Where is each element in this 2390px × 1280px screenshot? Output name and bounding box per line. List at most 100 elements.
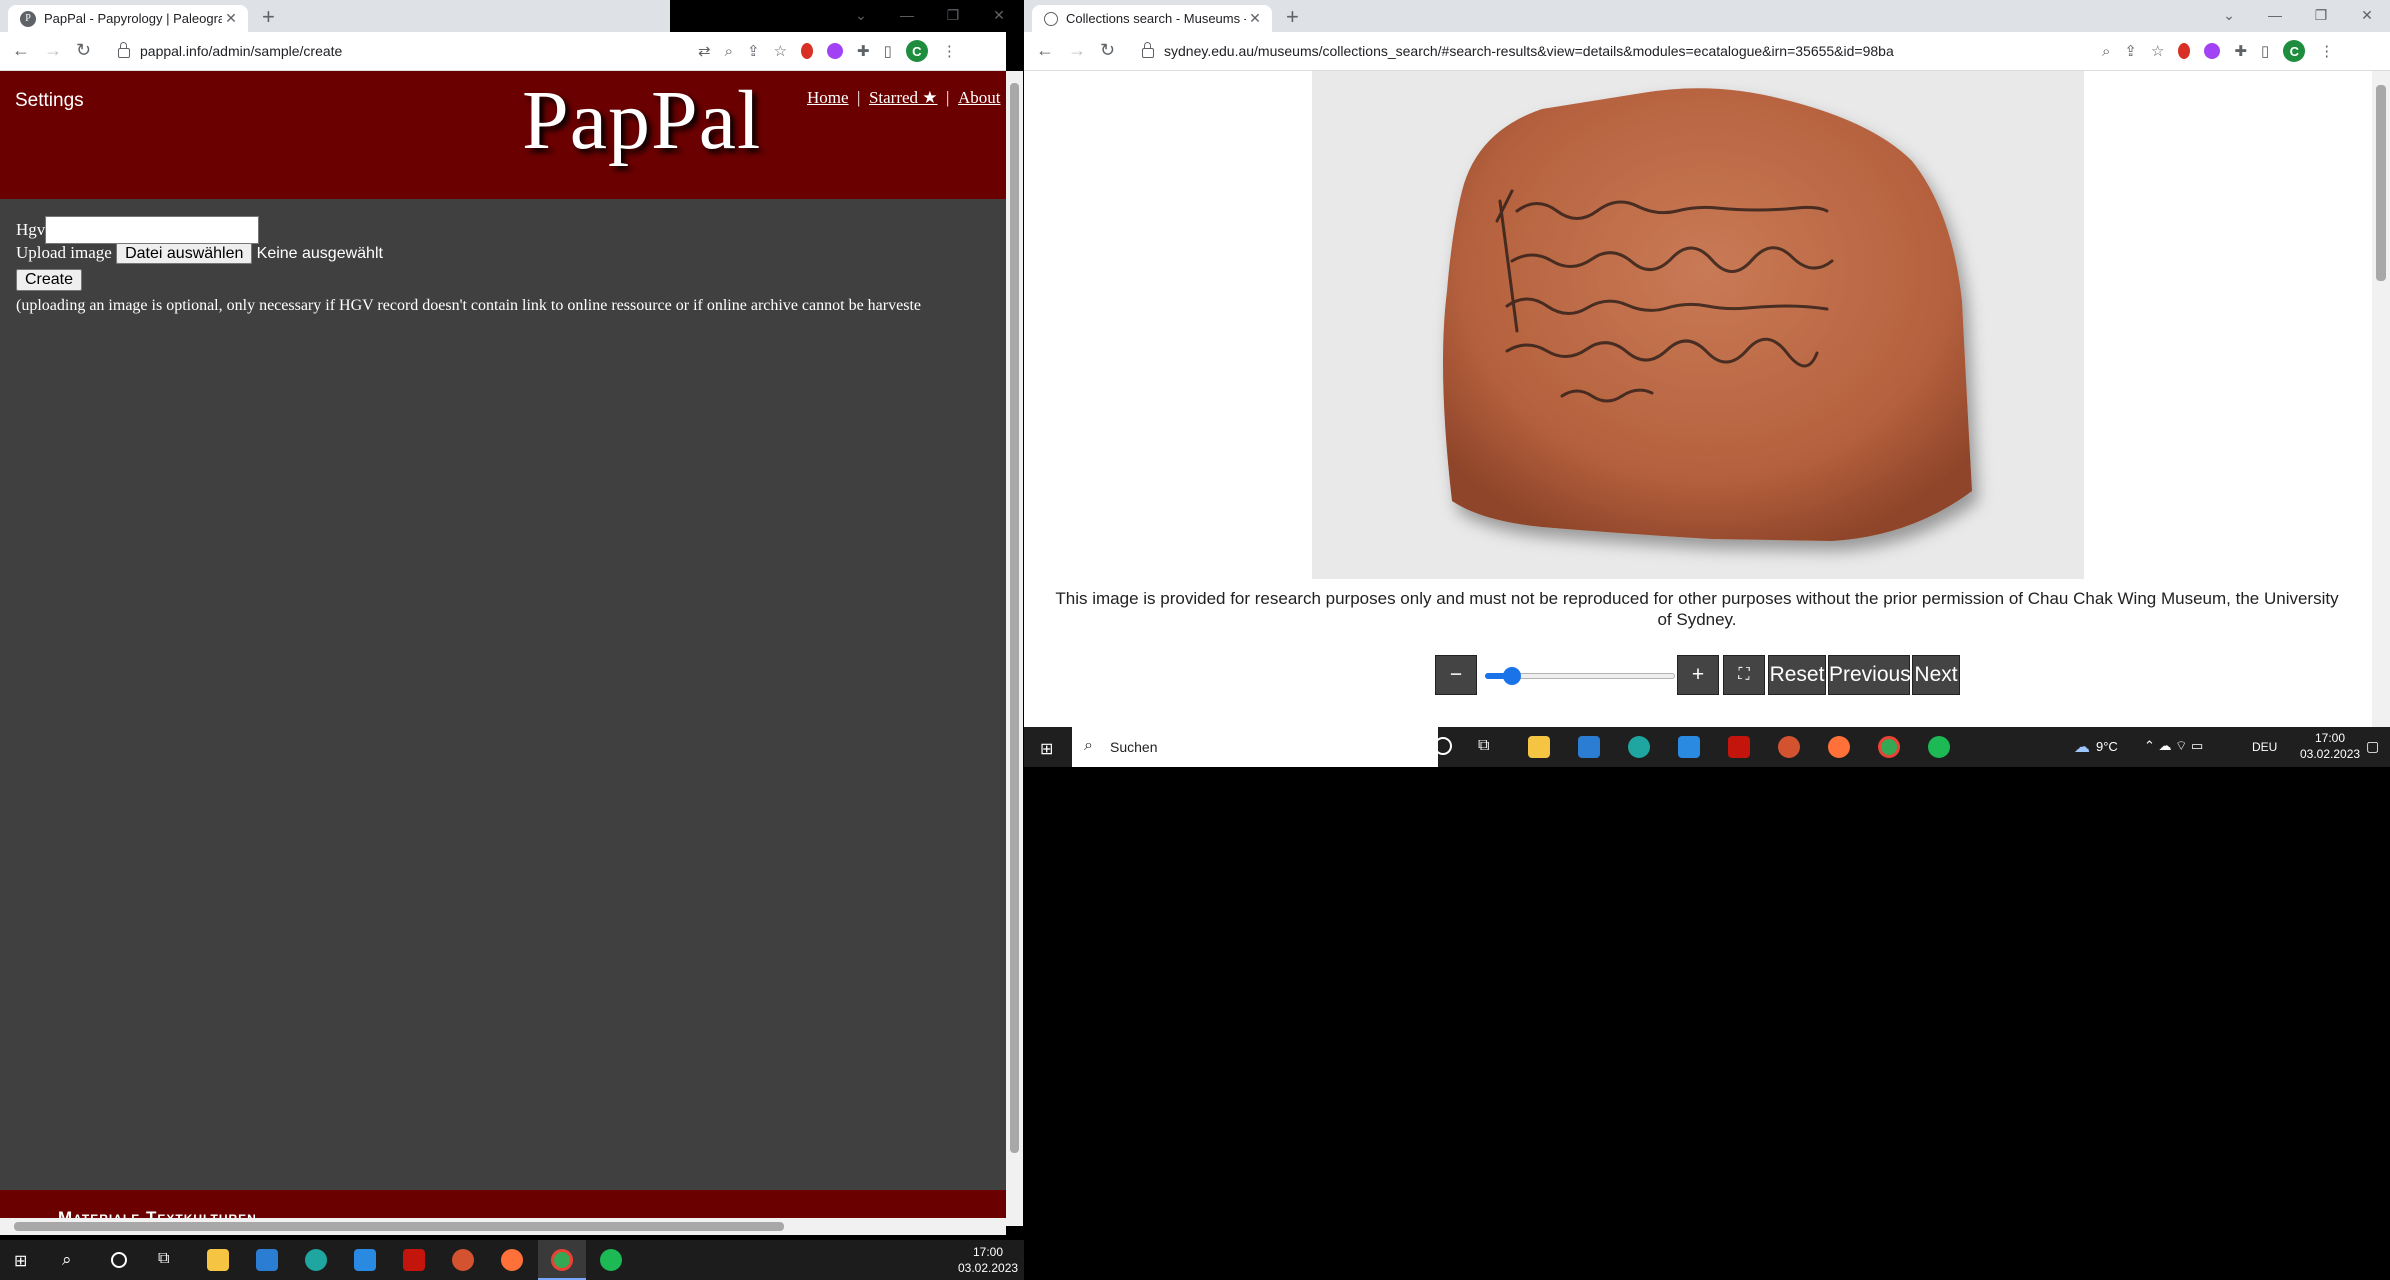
- right-vscroll-thumb[interactable]: [2376, 85, 2386, 281]
- reload-icon[interactable]: ↻: [1100, 40, 1115, 60]
- profile-avatar[interactable]: C: [2283, 40, 2306, 62]
- bookmark-star-icon[interactable]: ☆: [2151, 42, 2164, 60]
- powerpoint-icon[interactable]: [452, 1249, 474, 1271]
- share-icon[interactable]: ⇪: [2124, 42, 2137, 60]
- back-icon[interactable]: ←: [12, 40, 30, 60]
- tab-search-icon[interactable]: ⌄: [838, 0, 884, 32]
- mail-icon[interactable]: [1678, 736, 1700, 758]
- zoom-slider-thumb[interactable]: [1503, 667, 1521, 685]
- zoom-icon[interactable]: ⌕: [725, 43, 733, 60]
- firefox-icon[interactable]: [1828, 736, 1850, 758]
- close-window-icon[interactable]: ✕: [2344, 0, 2390, 32]
- edge-icon[interactable]: [305, 1249, 327, 1271]
- left-horizontal-scrollbar[interactable]: [0, 1218, 1006, 1235]
- back-icon[interactable]: ←: [1036, 40, 1054, 60]
- file-explorer-icon[interactable]: [1528, 736, 1550, 758]
- previous-button[interactable]: Previous: [1828, 655, 1911, 695]
- notification-icon[interactable]: ▢: [2366, 738, 2379, 755]
- zoom-slider[interactable]: [1485, 667, 1675, 685]
- side-panel-icon[interactable]: ▯: [884, 42, 892, 60]
- close-tab-icon[interactable]: ✕: [1246, 10, 1264, 27]
- zoom-icon[interactable]: ⌕: [2102, 43, 2110, 60]
- choose-file-button[interactable]: Datei auswählen: [116, 243, 253, 264]
- cortana-icon[interactable]: [111, 1252, 127, 1268]
- weather-text[interactable]: 9°C: [2096, 739, 2118, 754]
- share-icon[interactable]: ⇪: [747, 42, 760, 60]
- side-panel-icon[interactable]: ▯: [2261, 42, 2269, 60]
- zoom-out-button[interactable]: −: [1435, 655, 1477, 695]
- taskbar-search-box[interactable]: ⌕ Suchen: [1072, 727, 1438, 767]
- pappal-logo[interactable]: PapPal: [522, 72, 761, 169]
- forward-icon[interactable]: →: [1068, 40, 1086, 60]
- profile-avatar[interactable]: C: [905, 40, 928, 62]
- acrobat-icon[interactable]: [1728, 736, 1750, 758]
- tab-pappal[interactable]: P PapPal - Papyrology | Paleograph ✕: [8, 5, 248, 32]
- forward-icon[interactable]: →: [44, 40, 62, 60]
- minimize-icon[interactable]: —: [2252, 0, 2298, 32]
- mail-icon[interactable]: [354, 1249, 376, 1271]
- store-icon[interactable]: [256, 1249, 278, 1271]
- bookmark-star-icon[interactable]: ☆: [774, 42, 787, 60]
- store-icon[interactable]: [1578, 736, 1600, 758]
- next-button[interactable]: Next: [1912, 655, 1960, 695]
- translate-icon[interactable]: ⇄: [698, 42, 711, 60]
- artifact-image[interactable]: [1312, 71, 2084, 579]
- firefox-icon[interactable]: [501, 1249, 523, 1271]
- right-vertical-scrollbar[interactable]: [2372, 71, 2390, 727]
- clock-date: 03.02.2023: [958, 1261, 1019, 1275]
- new-tab-icon[interactable]: +: [1286, 6, 1299, 28]
- minimize-icon[interactable]: —: [884, 0, 930, 32]
- chrome-icon[interactable]: [551, 1249, 573, 1271]
- task-view-icon[interactable]: ⧉: [1478, 737, 1489, 755]
- file-explorer-icon[interactable]: [207, 1249, 229, 1271]
- search-icon[interactable]: ⌕: [62, 1250, 72, 1270]
- spotify-icon[interactable]: [600, 1249, 622, 1271]
- reload-icon[interactable]: ↻: [76, 40, 91, 60]
- hgv-input[interactable]: [45, 216, 260, 244]
- address-bar[interactable]: pappal.info/admin/sample/create: [118, 38, 342, 64]
- file-status: Keine ausgewählt: [256, 245, 383, 262]
- left-vertical-scrollbar[interactable]: [1006, 71, 1023, 1226]
- fullscreen-button[interactable]: ⛶: [1723, 655, 1765, 695]
- image-viewer-controls: − + ⛶ Reset Previous Next: [1435, 655, 1965, 695]
- extension-purple-icon[interactable]: [827, 43, 844, 59]
- left-vscroll-thumb[interactable]: [1010, 83, 1019, 1153]
- task-view-icon[interactable]: ⧉: [158, 1250, 169, 1268]
- top-links: Home | Starred ★ | About: [807, 88, 1001, 107]
- language-indicator[interactable]: DEU: [2252, 740, 2277, 754]
- tray-icons[interactable]: ⌃ ☁ ⌔ ▭: [2144, 738, 2203, 754]
- restore-icon[interactable]: ❐: [2298, 0, 2344, 32]
- menu-kebab-icon[interactable]: ⋮: [942, 42, 957, 60]
- tab-search-icon[interactable]: ⌄: [2206, 0, 2252, 32]
- extension-red-icon[interactable]: [801, 43, 814, 59]
- spotify-icon[interactable]: [1928, 736, 1950, 758]
- zoom-in-button[interactable]: +: [1677, 655, 1719, 695]
- close-tab-icon[interactable]: ✕: [222, 10, 240, 27]
- acrobat-icon[interactable]: [403, 1249, 425, 1271]
- settings-link[interactable]: Settings: [15, 90, 84, 112]
- chrome-icon[interactable]: [1878, 736, 1900, 758]
- left-hscroll-thumb[interactable]: [14, 1222, 784, 1231]
- clock[interactable]: 17:00 03.02.2023: [2300, 730, 2360, 762]
- close-window-icon[interactable]: ✕: [976, 0, 1022, 32]
- create-button[interactable]: Create: [16, 269, 83, 291]
- powerpoint-icon[interactable]: [1778, 736, 1800, 758]
- extension-red-icon[interactable]: [2178, 43, 2191, 59]
- address-bar[interactable]: sydney.edu.au/museums/collections_search…: [1142, 38, 1894, 64]
- starred-link[interactable]: Starred ★: [869, 88, 938, 107]
- extension-purple-icon[interactable]: [2204, 43, 2221, 59]
- extensions-puzzle-icon[interactable]: ✚: [2234, 42, 2247, 60]
- tab-collections-search[interactable]: Collections search - Museums - T ✕: [1032, 5, 1272, 32]
- windows-start-icon[interactable]: ⊞: [14, 1251, 27, 1271]
- clock[interactable]: 17:00 03.02.2023: [958, 1244, 1018, 1276]
- restore-icon[interactable]: ❐: [930, 0, 976, 32]
- reset-button[interactable]: Reset: [1768, 655, 1826, 695]
- home-link[interactable]: Home: [807, 88, 849, 107]
- about-link[interactable]: About: [958, 88, 1001, 107]
- cortana-icon[interactable]: [1434, 737, 1452, 755]
- menu-kebab-icon[interactable]: ⋮: [2319, 42, 2334, 60]
- extensions-puzzle-icon[interactable]: ✚: [857, 42, 870, 60]
- windows-start-icon[interactable]: ⊞: [1040, 739, 1053, 759]
- new-tab-icon[interactable]: +: [262, 6, 275, 28]
- edge-icon[interactable]: [1628, 736, 1650, 758]
